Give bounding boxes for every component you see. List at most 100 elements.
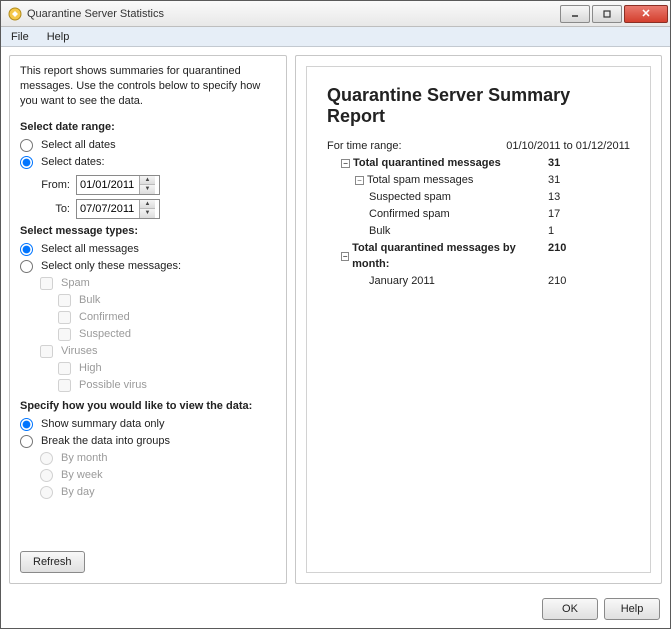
- help-button[interactable]: Help: [604, 598, 660, 620]
- total-spam-row: − Total spam messages 31: [327, 173, 630, 189]
- by-week-option[interactable]: By week: [40, 469, 276, 482]
- bulk-label: Bulk: [79, 294, 100, 306]
- january-label: January 2011: [327, 274, 435, 290]
- show-summary-radio[interactable]: [20, 418, 33, 431]
- confirmed-check-option[interactable]: Confirmed: [58, 311, 276, 324]
- bulk-checkbox: [58, 294, 71, 307]
- select-all-dates-label: Select all dates: [41, 139, 116, 151]
- break-groups-radio[interactable]: [20, 435, 33, 448]
- to-spin-down[interactable]: ▼: [140, 209, 155, 218]
- select-all-messages-label: Select all messages: [41, 243, 139, 255]
- collapse-icon[interactable]: −: [341, 252, 349, 261]
- view-data-header: Specify how you would like to view the d…: [20, 400, 276, 412]
- collapse-icon[interactable]: −: [355, 176, 364, 185]
- select-all-messages-radio[interactable]: [20, 243, 33, 256]
- app-window: Quarantine Server Statistics ✕ File Help…: [0, 0, 671, 629]
- by-month-option[interactable]: By month: [40, 452, 276, 465]
- menu-file[interactable]: File: [5, 29, 35, 45]
- msg-types-header: Select message types:: [20, 225, 276, 237]
- to-spin-buttons: ▲ ▼: [139, 200, 155, 218]
- select-only-these-radio[interactable]: [20, 260, 33, 273]
- minimize-button[interactable]: [560, 5, 590, 23]
- app-icon: [7, 6, 23, 22]
- bulk-spam-label: Bulk: [327, 224, 390, 240]
- time-range-value: 01/10/2011 to 01/12/2011: [488, 139, 630, 155]
- by-month-total-value: 210: [530, 241, 630, 273]
- select-all-dates-radio[interactable]: [20, 139, 33, 152]
- total-spam-value: 31: [530, 173, 630, 189]
- by-month-total-label: Total quarantined messages by month:: [352, 241, 530, 273]
- confirmed-checkbox: [58, 311, 71, 324]
- from-spin-buttons: ▲ ▼: [139, 176, 155, 194]
- break-groups-option[interactable]: Break the data into groups: [20, 435, 276, 448]
- refresh-row: Refresh: [20, 541, 276, 573]
- january-value: 210: [530, 274, 630, 290]
- by-week-radio: [40, 469, 53, 482]
- show-summary-option[interactable]: Show summary data only: [20, 418, 276, 431]
- viruses-check-option[interactable]: Viruses: [40, 345, 276, 358]
- select-all-messages-option[interactable]: Select all messages: [20, 243, 276, 256]
- by-day-label: By day: [61, 486, 95, 498]
- menu-help[interactable]: Help: [41, 29, 76, 45]
- january-row: January 2011 210: [327, 274, 630, 290]
- menubar: File Help: [1, 27, 670, 47]
- break-groups-label: Break the data into groups: [41, 435, 170, 447]
- high-check-option[interactable]: High: [58, 362, 276, 375]
- to-date-input[interactable]: [77, 200, 139, 218]
- dialog-buttons: OK Help: [1, 592, 670, 628]
- suspected-check-option[interactable]: Suspected: [58, 328, 276, 341]
- report-document: Quarantine Server Summary Report For tim…: [306, 66, 651, 573]
- from-row: From: ▲ ▼: [34, 175, 276, 195]
- by-day-option[interactable]: By day: [40, 486, 276, 499]
- suspected-spam-value: 13: [530, 190, 630, 206]
- to-spin-up[interactable]: ▲: [140, 200, 155, 210]
- suspected-checkbox: [58, 328, 71, 341]
- viruses-checkbox: [40, 345, 53, 358]
- panel-description: This report shows summaries for quaranti…: [20, 64, 276, 109]
- total-quarantined-value: 31: [530, 156, 630, 172]
- spam-check-option[interactable]: Spam: [40, 277, 276, 290]
- to-date-spinner[interactable]: ▲ ▼: [76, 199, 160, 219]
- suspected-spam-row: Suspected spam 13: [327, 190, 630, 206]
- viruses-label: Viruses: [61, 345, 97, 357]
- to-row: To: ▲ ▼: [34, 199, 276, 219]
- confirmed-spam-label: Confirmed spam: [327, 207, 450, 223]
- options-panel: This report shows summaries for quaranti…: [9, 55, 287, 584]
- collapse-icon[interactable]: −: [341, 159, 350, 168]
- report-panel: Quarantine Server Summary Report For tim…: [295, 55, 662, 584]
- total-spam-label: Total spam messages: [367, 173, 473, 189]
- show-summary-label: Show summary data only: [41, 418, 165, 430]
- possible-virus-check-option[interactable]: Possible virus: [58, 379, 276, 392]
- bulk-spam-row: Bulk 1: [327, 224, 630, 240]
- suspected-spam-label: Suspected spam: [327, 190, 451, 206]
- date-range-header: Select date range:: [20, 121, 276, 133]
- content-area: This report shows summaries for quaranti…: [1, 47, 670, 592]
- select-dates-option[interactable]: Select dates:: [20, 156, 276, 169]
- from-spin-up[interactable]: ▲: [140, 176, 155, 186]
- select-only-these-label: Select only these messages:: [41, 260, 181, 272]
- suspected-label: Suspected: [79, 328, 131, 340]
- by-month-radio: [40, 452, 53, 465]
- bulk-check-option[interactable]: Bulk: [58, 294, 276, 307]
- select-all-dates-option[interactable]: Select all dates: [20, 139, 276, 152]
- ok-button[interactable]: OK: [542, 598, 598, 620]
- by-month-row: − Total quarantined messages by month: 2…: [327, 241, 630, 273]
- select-only-these-option[interactable]: Select only these messages:: [20, 260, 276, 273]
- from-date-spinner[interactable]: ▲ ▼: [76, 175, 160, 195]
- by-month-label: By month: [61, 452, 107, 464]
- total-quarantined-row: − Total quarantined messages 31: [327, 156, 630, 172]
- by-week-label: By week: [61, 469, 103, 481]
- confirmed-label: Confirmed: [79, 311, 130, 323]
- from-label: From:: [34, 179, 70, 191]
- maximize-button[interactable]: [592, 5, 622, 23]
- total-quarantined-label: Total quarantined messages: [353, 156, 501, 172]
- select-dates-radio[interactable]: [20, 156, 33, 169]
- from-spin-down[interactable]: ▼: [140, 185, 155, 194]
- close-button[interactable]: ✕: [624, 5, 668, 23]
- from-date-input[interactable]: [77, 176, 139, 194]
- confirmed-spam-value: 17: [530, 207, 630, 223]
- bulk-spam-value: 1: [530, 224, 630, 240]
- refresh-button[interactable]: Refresh: [20, 551, 85, 573]
- spam-label: Spam: [61, 277, 90, 289]
- possible-virus-label: Possible virus: [79, 379, 147, 391]
